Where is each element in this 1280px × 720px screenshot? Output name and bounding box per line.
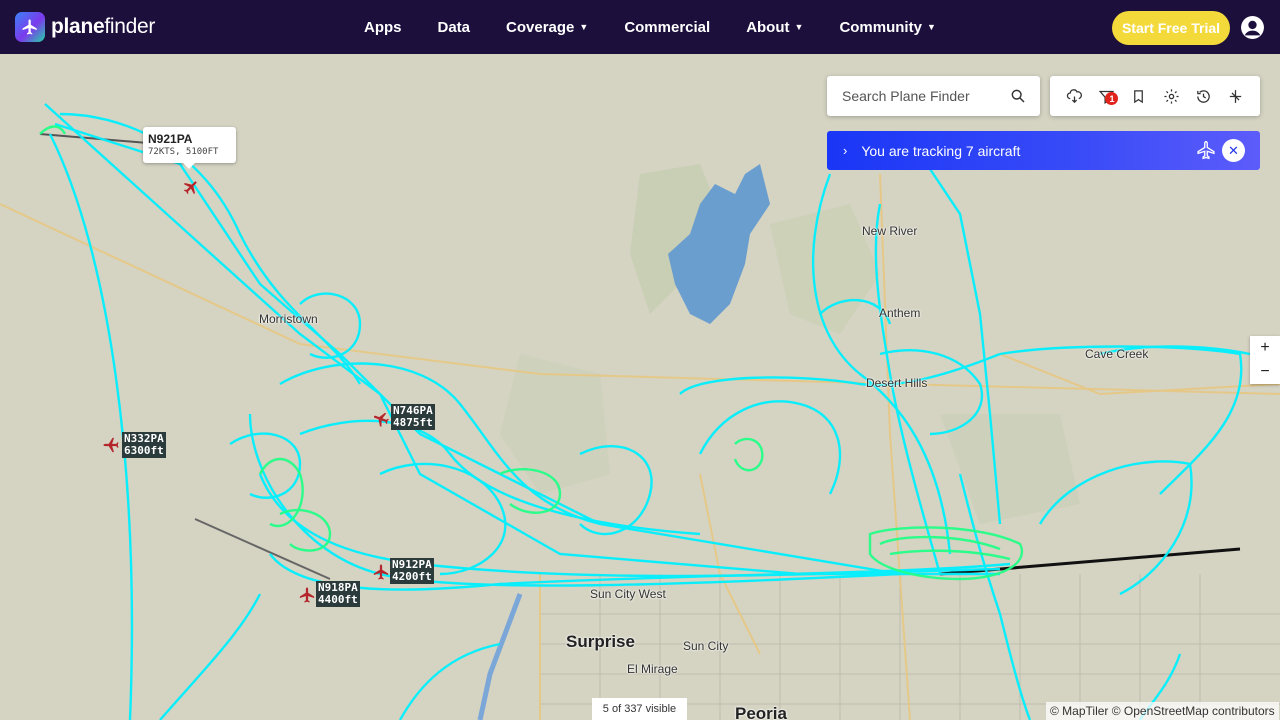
aircraft-marker[interactable] bbox=[102, 436, 120, 454]
popup-info: 72KTS, 5100FT bbox=[148, 147, 219, 157]
search-icon[interactable] bbox=[1010, 88, 1026, 109]
aircraft-popup[interactable]: N921PA 72KTS, 5100FT bbox=[143, 127, 236, 169]
aircraft-label[interactable]: N912PA 4200ft bbox=[390, 558, 434, 584]
flight-map[interactable]: New River Anthem Desert Hills Cave Creek… bbox=[0, 54, 1280, 720]
chevron-right-icon[interactable]: › bbox=[843, 143, 847, 158]
aircraft-label[interactable]: N746PA 4875ft bbox=[391, 404, 435, 430]
place-new-river: New River bbox=[862, 224, 918, 238]
weather-icon[interactable] bbox=[1064, 86, 1084, 106]
aircraft-label[interactable]: N918PA 4400ft bbox=[316, 581, 360, 607]
nav-links: Apps Data Coverage ▼ Commercial About ▼ Co… bbox=[364, 0, 972, 54]
chevron-down-icon: ▼ bbox=[794, 22, 804, 32]
nav-about[interactable]: About ▼ bbox=[746, 19, 803, 36]
planefinder-logo[interactable]: planefinder bbox=[15, 12, 155, 42]
bookmark-icon[interactable] bbox=[1129, 86, 1149, 106]
tracking-banner[interactable]: › You are tracking 7 aircraft ✕ bbox=[827, 131, 1260, 170]
zoom-out-button[interactable]: − bbox=[1250, 360, 1280, 384]
nav-community[interactable]: Community ▼ bbox=[839, 19, 935, 36]
nav-commercial[interactable]: Commercial bbox=[624, 19, 710, 36]
airport-icon[interactable] bbox=[1226, 86, 1246, 106]
nav-data[interactable]: Data bbox=[438, 19, 471, 36]
start-free-trial-button[interactable]: Start Free Trial bbox=[1112, 11, 1230, 45]
place-anthem: Anthem bbox=[879, 306, 921, 320]
filter-count-badge: 1 bbox=[1105, 92, 1119, 105]
logo-text: planefinder bbox=[51, 15, 156, 38]
popup-callsign: N921PA bbox=[148, 132, 193, 146]
map-toolbar: 1 bbox=[1050, 76, 1260, 116]
chevron-down-icon: ▼ bbox=[926, 22, 936, 32]
aircraft-label[interactable]: N332PA 6300ft bbox=[122, 432, 166, 458]
zoom-in-button[interactable]: + bbox=[1250, 336, 1280, 360]
place-el-mirage: El Mirage bbox=[627, 662, 678, 676]
tracking-text: You are tracking 7 aircraft bbox=[861, 142, 1021, 159]
aircraft-marker[interactable] bbox=[298, 586, 316, 604]
search-box bbox=[827, 76, 1040, 116]
user-circle-icon[interactable] bbox=[1240, 15, 1265, 40]
place-peoria: Peoria bbox=[735, 704, 787, 720]
history-icon[interactable] bbox=[1193, 86, 1213, 106]
nav-coverage[interactable]: Coverage ▼ bbox=[506, 19, 588, 36]
visible-count: 5 of 337 visible bbox=[592, 698, 687, 720]
place-sun-city: Sun City bbox=[683, 639, 729, 653]
plane-logo-icon bbox=[15, 12, 45, 42]
map-attribution[interactable]: © MapTiler © OpenStreetMap contributors bbox=[1046, 702, 1279, 720]
settings-icon[interactable] bbox=[1161, 86, 1181, 106]
place-sun-city-west: Sun City West bbox=[590, 587, 666, 601]
close-tracking-button[interactable]: ✕ bbox=[1222, 139, 1245, 162]
place-morristown: Morristown bbox=[259, 312, 318, 326]
place-desert-hills: Desert Hills bbox=[866, 376, 928, 390]
nav-apps[interactable]: Apps bbox=[364, 19, 402, 36]
top-nav: planefinder Apps Data Coverage ▼ Commerci… bbox=[0, 0, 1280, 54]
place-cave-creek: Cave Creek bbox=[1085, 347, 1149, 361]
aircraft-marker[interactable] bbox=[372, 563, 390, 581]
chevron-down-icon: ▼ bbox=[579, 22, 589, 32]
place-surprise: Surprise bbox=[566, 632, 635, 651]
search-input[interactable] bbox=[842, 88, 1002, 104]
zoom-control: + − bbox=[1250, 336, 1280, 384]
filter-icon[interactable]: 1 bbox=[1096, 86, 1119, 106]
plane-icon bbox=[1196, 140, 1216, 163]
